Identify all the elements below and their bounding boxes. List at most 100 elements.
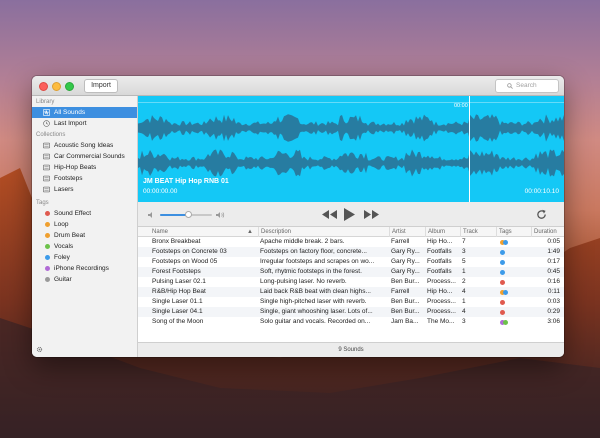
sort-ascending-icon: ▲ xyxy=(247,229,253,235)
cell-album: Footfalls xyxy=(427,248,452,255)
tag-color-dot xyxy=(45,233,50,238)
sidebar-item-collection[interactable]: Car Commercial Sounds xyxy=(32,151,137,162)
cell-description: Footsteps on factory floor, concrete... xyxy=(260,248,367,255)
sidebar-item-tag[interactable]: Drum Beat xyxy=(32,230,137,241)
cell-name: Single Laser 04.1 xyxy=(152,308,203,315)
table-row[interactable]: Footsteps on Wood 05 Irregular footsteps … xyxy=(138,257,564,267)
waveform-view[interactable]: 00:00 JM BEAT Hip Hop RNB 01 00:00:00.00… xyxy=(138,96,564,202)
import-button[interactable]: Import xyxy=(84,79,118,93)
cell-duration: 0:29 xyxy=(547,308,560,315)
tag-color-dot xyxy=(45,277,50,282)
column-header-album[interactable]: Album xyxy=(425,227,460,237)
search-placeholder: Search xyxy=(516,82,537,89)
gear-icon[interactable] xyxy=(36,346,43,353)
sidebar-item-tag[interactable]: Foley xyxy=(32,252,137,263)
search-icon xyxy=(507,83,513,89)
cell-album: Process... xyxy=(427,278,456,285)
table-row[interactable]: R&B/Hip Hop Beat Laid back R&B beat with … xyxy=(138,287,564,297)
sidebar-item-collection[interactable]: Lasers xyxy=(32,184,137,195)
playhead-time: 00:00 xyxy=(454,103,468,109)
cell-artist: Jam Ba... xyxy=(391,318,419,325)
app-window: Import Search Library All Sounds Last Im… xyxy=(32,76,564,357)
cell-description: Solo guitar and vocals. Recorded on... xyxy=(260,318,371,325)
cell-album: Process... xyxy=(427,298,456,305)
cell-description: Laid back R&B beat with clean highs... xyxy=(260,288,371,295)
cell-album: The Mo... xyxy=(427,318,455,325)
cell-name: Footsteps on Concrete 03 xyxy=(152,248,227,255)
table-row[interactable]: Single Laser 04.1 Single, giant whooshing… xyxy=(138,307,564,317)
table-row[interactable]: Pulsing Laser 02.1 Long-pulsing laser. No… xyxy=(138,277,564,287)
tag-dot xyxy=(500,279,505,285)
tag-color-dot xyxy=(45,266,50,271)
search-input[interactable]: Search xyxy=(495,79,559,93)
tag-dot xyxy=(503,319,508,325)
tag-color-dot xyxy=(45,244,50,249)
cell-description: Single, giant whooshing laser. Lots of..… xyxy=(260,308,373,315)
sidebar-item-label: Footsteps xyxy=(54,175,83,182)
tag-dot xyxy=(500,309,505,315)
library-heading: Library xyxy=(36,99,55,105)
cell-album: Process... xyxy=(427,308,456,315)
column-header-duration[interactable]: Duration xyxy=(531,227,564,237)
sidebar-item-all-sounds[interactable]: All Sounds xyxy=(32,107,137,118)
title-bar: Import Search xyxy=(32,76,564,96)
tag-dot xyxy=(500,299,505,305)
volume-knob[interactable] xyxy=(185,211,193,218)
column-header-artist[interactable]: Artist xyxy=(389,227,425,237)
collection-icon xyxy=(43,153,50,160)
sidebar-item-label: Car Commercial Sounds xyxy=(54,153,125,160)
playhead[interactable] xyxy=(469,96,470,202)
cell-name: Song of the Moon xyxy=(152,318,204,325)
sound-count: 9 Sounds xyxy=(338,347,364,353)
sidebar-item-collection[interactable]: Footsteps xyxy=(32,173,137,184)
cell-track: 1 xyxy=(462,298,466,305)
table-row[interactable]: Footsteps on Concrete 03 Footsteps on fac… xyxy=(138,247,564,257)
cell-name: Single Laser 01.1 xyxy=(152,298,203,305)
tag-color-dot xyxy=(45,255,50,260)
clock-icon xyxy=(43,120,50,127)
column-header-description[interactable]: Description xyxy=(258,227,389,237)
fast-forward-button[interactable] xyxy=(364,210,379,219)
waveform-channel xyxy=(138,149,564,177)
sidebar-item-tag[interactable]: Sound Effect xyxy=(32,208,137,219)
cell-artist: Ben Bur... xyxy=(391,298,420,305)
sidebar-item-tag[interactable]: Guitar xyxy=(32,274,137,285)
column-header-track[interactable]: Track xyxy=(460,227,496,237)
sidebar-item-tag[interactable]: iPhone Recordings xyxy=(32,263,137,274)
zoom-window-button[interactable] xyxy=(65,82,74,91)
cell-artist: Ben Bur... xyxy=(391,308,420,315)
play-button[interactable] xyxy=(344,208,355,221)
tag-dot xyxy=(503,289,508,295)
table-row[interactable]: Single Laser 01.1 Single high-pitched las… xyxy=(138,297,564,307)
tag-dot xyxy=(500,259,505,265)
table-row[interactable]: Song of the Moon Solo guitar and vocals. … xyxy=(138,317,564,327)
status-bar: 9 Sounds xyxy=(138,342,564,357)
cell-name: Forest Footsteps xyxy=(152,268,201,275)
cell-artist: Ben Bur... xyxy=(391,278,420,285)
column-header-tags[interactable]: Tags xyxy=(496,227,531,237)
sidebar-item-tag[interactable]: Vocals xyxy=(32,241,137,252)
tags-heading: Tags xyxy=(36,200,49,206)
cell-duration: 0:11 xyxy=(547,288,560,295)
tag-color-dot xyxy=(45,211,50,216)
cell-description: Apache middle break. 2 bars. xyxy=(260,238,345,245)
table-row[interactable]: Forest Footsteps Soft, rhytmic footsteps … xyxy=(138,267,564,277)
table-row[interactable]: Bronx Breakbeat Apache middle break. 2 ba… xyxy=(138,237,564,247)
collection-icon xyxy=(43,175,50,182)
sidebar-item-label: Foley xyxy=(54,254,70,261)
minimize-window-button[interactable] xyxy=(52,82,61,91)
cell-album: Hip Ho... xyxy=(427,288,453,295)
waveform-graphic xyxy=(138,114,564,177)
close-window-button[interactable] xyxy=(39,82,48,91)
cell-duration: 3:06 xyxy=(547,318,560,325)
loop-icon[interactable] xyxy=(536,209,547,220)
sidebar-item-last-import[interactable]: Last Import xyxy=(32,118,137,129)
cell-name: Pulsing Laser 02.1 xyxy=(152,278,206,285)
sidebar-item-collection[interactable]: Acoustic Song Ideas xyxy=(32,140,137,151)
cell-duration: 1:49 xyxy=(547,248,560,255)
sidebar-item-collection[interactable]: Hip-Hop Beats xyxy=(32,162,137,173)
cell-name: R&B/Hip Hop Beat xyxy=(152,288,206,295)
column-header-name[interactable]: Name ▲ xyxy=(150,227,256,237)
sidebar-item-tag[interactable]: Loop xyxy=(32,219,137,230)
rewind-button[interactable] xyxy=(322,210,337,219)
